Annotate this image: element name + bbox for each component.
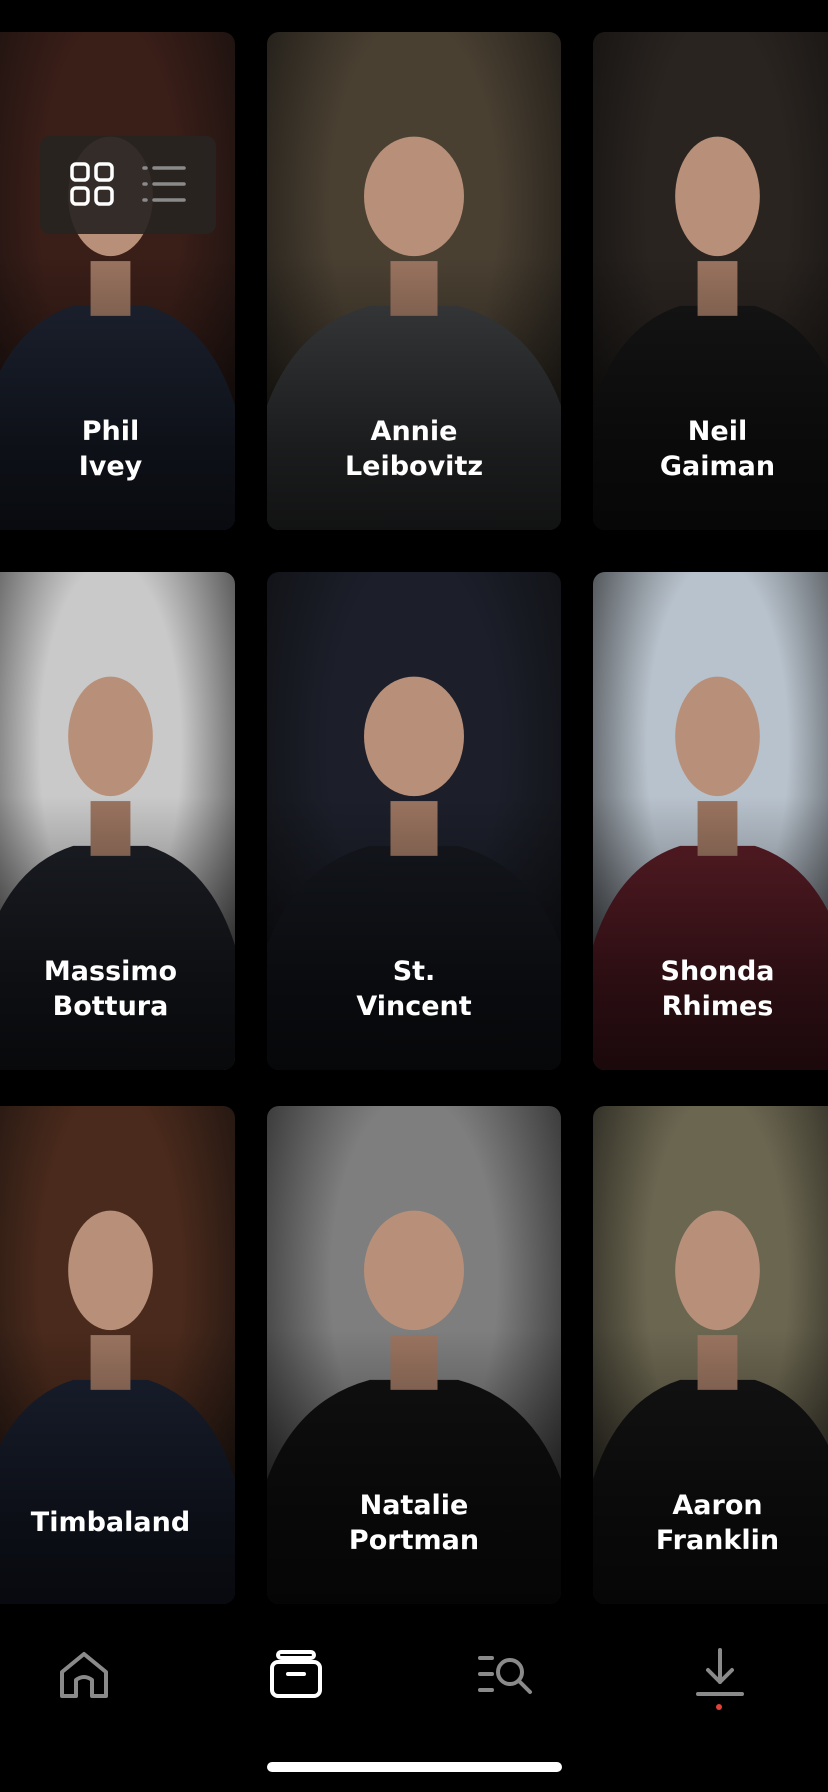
instructor-card[interactable]: St. Vincent [267,572,561,1070]
search-icon[interactable] [478,1644,538,1704]
instructor-card[interactable]: Neil Gaiman [593,32,828,530]
card-gradient [267,1330,561,1604]
instructor-last-name: Leibovitz [344,451,484,482]
card-gradient [593,256,828,530]
card-gradient [593,796,828,1070]
instructor-grid: Phil Ivey Annie Leibovitz Neil Gaiman Massimo B… [0,0,828,1792]
instructor-card[interactable]: Shonda Rhimes [593,572,828,1070]
instructor-name: Aaron Franklin [593,1488,828,1558]
instructor-first-name: Phil [81,416,140,447]
view-toggle [40,136,216,234]
instructor-card[interactable]: Annie Leibovitz [267,32,561,530]
instructor-first-name: Neil [687,416,748,447]
card-gradient [267,256,561,530]
instructor-first-name: Timbaland [30,1507,191,1538]
instructor-last-name: Bottura [52,991,169,1022]
instructor-last-name: Portman [348,1525,480,1556]
home-indicator [267,1762,562,1772]
instructor-name: Annie Leibovitz [267,414,561,484]
instructor-first-name: Massimo [43,956,178,987]
home-icon[interactable] [54,1644,114,1704]
instructor-card[interactable]: Phil Ivey [0,32,235,530]
grid-view-icon[interactable] [68,160,116,208]
library-icon[interactable] [266,1644,326,1704]
card-gradient [0,1330,235,1604]
instructor-last-name: Rhimes [661,991,774,1022]
card-gradient [0,796,235,1070]
instructor-name: Shonda Rhimes [593,954,828,1024]
download-icon[interactable] [690,1644,750,1704]
instructor-first-name: Shonda [660,956,775,987]
instructor-card[interactable]: Natalie Portman [267,1106,561,1604]
instructor-last-name: Vincent [356,991,472,1022]
card-gradient [267,796,561,1070]
instructor-last-name: Franklin [655,1525,780,1556]
instructor-name: Natalie Portman [267,1488,561,1558]
instructor-name: St. Vincent [267,954,561,1024]
instructor-name: Timbaland [0,1505,235,1540]
instructor-last-name: Gaiman [659,451,776,482]
download-indicator-dot [716,1704,722,1710]
instructor-name: Neil Gaiman [593,414,828,484]
instructor-name: Massimo Bottura [0,954,235,1024]
card-gradient [593,1330,828,1604]
instructor-card[interactable]: Massimo Bottura [0,572,235,1070]
card-gradient [0,256,235,530]
instructor-first-name: Annie [370,416,458,447]
instructor-first-name: Natalie [359,1490,469,1521]
instructor-first-name: St. [392,956,436,987]
instructor-name: Phil Ivey [0,414,235,484]
instructor-first-name: Aaron [672,1490,763,1521]
list-view-icon[interactable] [140,160,188,208]
instructor-last-name: Ivey [78,451,143,482]
instructor-card[interactable]: Aaron Franklin [593,1106,828,1604]
instructor-card[interactable]: Timbaland [0,1106,235,1604]
